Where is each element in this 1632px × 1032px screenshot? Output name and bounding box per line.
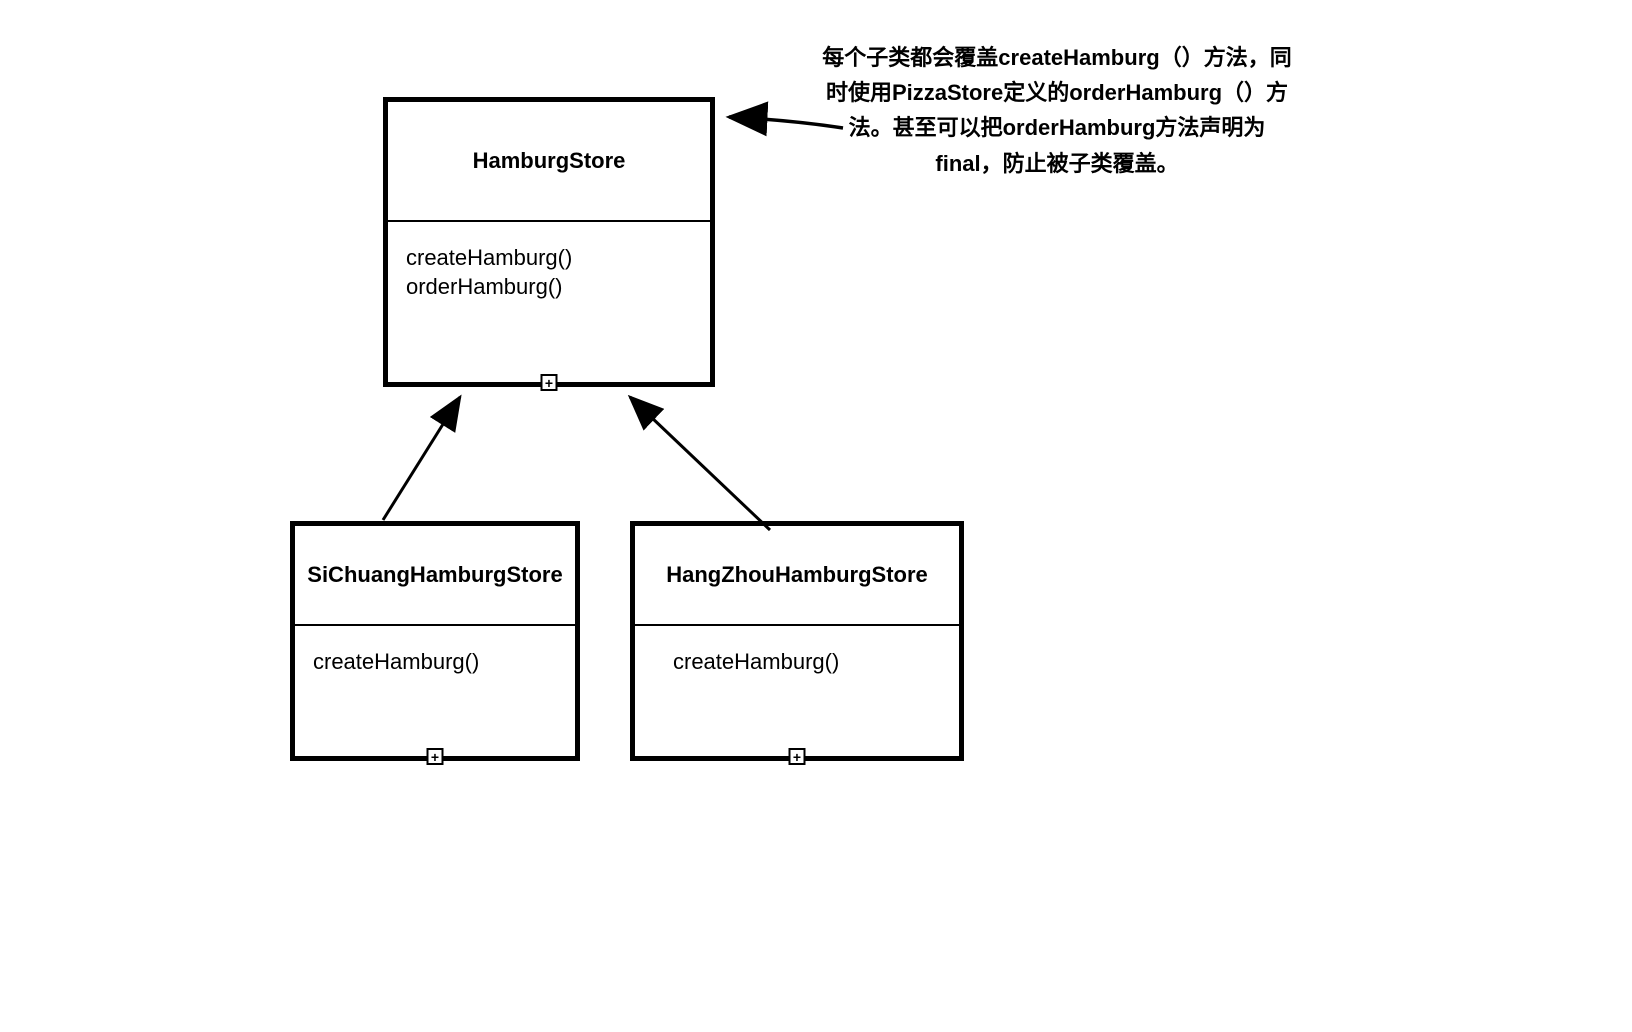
uml-class-hamburgstore: HamburgStore createHamburg() orderHambur… bbox=[383, 97, 715, 387]
expand-icon[interactable]: + bbox=[427, 748, 444, 765]
class-title: HamburgStore bbox=[388, 102, 710, 222]
class-name-text: SiChuangHamburgStore bbox=[307, 562, 562, 587]
inheritance-arrow-right bbox=[630, 397, 770, 530]
class-name-text: HangZhouHamburgStore bbox=[666, 562, 928, 587]
method-text: createHamburg() bbox=[406, 244, 692, 273]
plus-symbol: + bbox=[431, 750, 439, 764]
plus-symbol: + bbox=[545, 376, 553, 390]
class-title: SiChuangHamburgStore bbox=[295, 526, 575, 626]
inheritance-arrow-left bbox=[383, 397, 460, 520]
class-methods: createHamburg() orderHamburg() bbox=[388, 222, 710, 343]
class-name-text: HamburgStore bbox=[473, 148, 626, 173]
annotation-content: 每个子类都会覆盖createHamburg（）方法，同时使用PizzaStore… bbox=[822, 45, 1291, 176]
expand-icon[interactable]: + bbox=[789, 748, 806, 765]
plus-symbol: + bbox=[793, 750, 801, 764]
arrows-layer bbox=[0, 0, 1632, 1032]
annotation-text: 每个子类都会覆盖createHamburg（）方法，同时使用PizzaStore… bbox=[817, 40, 1297, 181]
uml-class-hangzhou: HangZhouHamburgStore createHamburg() + bbox=[630, 521, 964, 761]
method-text: createHamburg() bbox=[673, 648, 941, 677]
expand-icon[interactable]: + bbox=[541, 374, 558, 391]
class-methods: createHamburg() bbox=[295, 626, 575, 719]
method-text: orderHamburg() bbox=[406, 273, 692, 302]
uml-class-sichuang: SiChuangHamburgStore createHamburg() + bbox=[290, 521, 580, 761]
method-text: createHamburg() bbox=[313, 648, 557, 677]
class-methods: createHamburg() bbox=[635, 626, 959, 719]
class-title: HangZhouHamburgStore bbox=[635, 526, 959, 626]
